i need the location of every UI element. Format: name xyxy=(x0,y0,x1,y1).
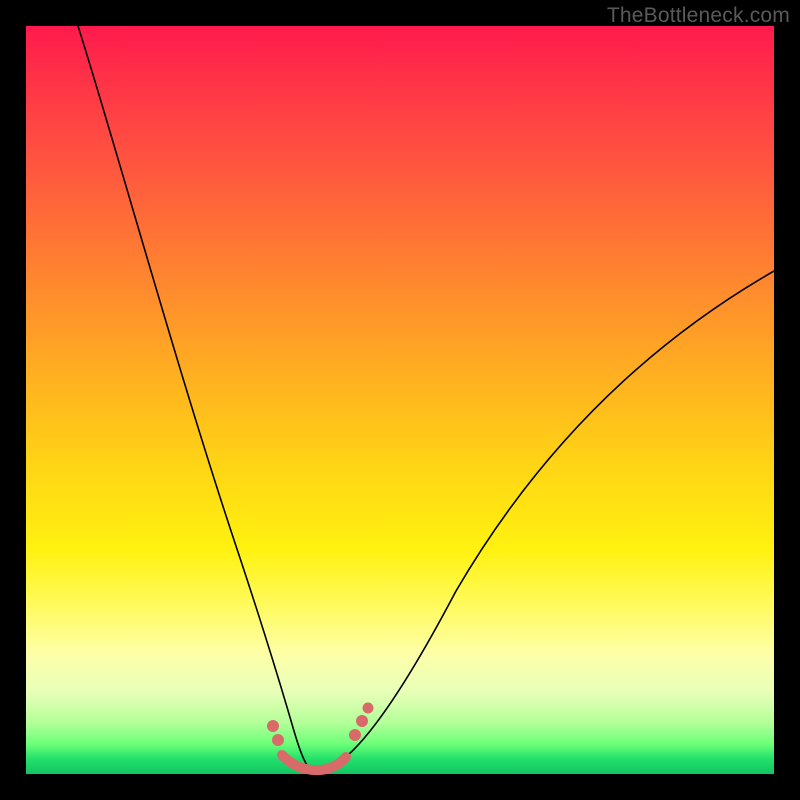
chart-svg xyxy=(26,26,774,774)
curve-right-branch xyxy=(307,271,774,769)
watermark-text: TheBottleneck.com xyxy=(607,4,790,28)
marker-dot xyxy=(267,720,279,732)
marker-dot xyxy=(363,703,374,714)
marker-dot xyxy=(356,715,368,727)
curve-left-branch xyxy=(78,26,307,765)
trough-marker-band xyxy=(282,755,346,770)
marker-dot xyxy=(272,734,284,746)
chart-frame: TheBottleneck.com xyxy=(0,0,800,800)
marker-dot xyxy=(349,729,361,741)
